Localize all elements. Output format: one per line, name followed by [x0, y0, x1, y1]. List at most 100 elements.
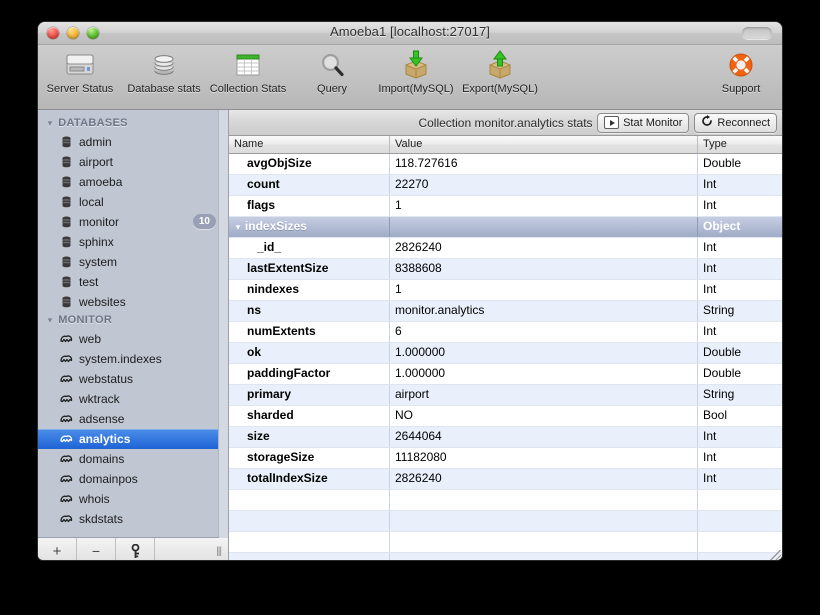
sidebar-item-adsense[interactable]: adsense — [38, 409, 228, 429]
chevron-down-icon: ▼ — [46, 315, 55, 325]
cell-name: ns — [229, 301, 390, 321]
table-row[interactable]: _id_ 2826240 Int — [229, 238, 782, 259]
table-row-empty — [229, 490, 782, 511]
window-body: ▼ DATABASES admin airport amoeba local monitor… — [38, 110, 782, 560]
toolbar-item-label: Database stats — [127, 83, 201, 95]
sidebar-item-monitor[interactable]: monitor 10 — [38, 212, 228, 232]
table-row[interactable]: paddingFactor 1.000000 Double — [229, 364, 782, 385]
sidebar-item-webstatus[interactable]: webstatus — [38, 369, 228, 389]
grip-icon: ||| — [216, 545, 222, 557]
table-row[interactable]: storageSize 11182080 Int — [229, 448, 782, 469]
sidebar-item-sphinx[interactable]: sphinx — [38, 232, 228, 252]
sidebar-item-local[interactable]: local — [38, 192, 228, 212]
sidebar-item-test[interactable]: test — [38, 272, 228, 292]
refresh-icon — [701, 115, 713, 130]
sidebar-item-whois[interactable]: whois — [38, 489, 228, 509]
sidebar-group-databases[interactable]: ▼ DATABASES — [38, 115, 228, 132]
cell-name: avgObjSize — [229, 154, 390, 174]
toolbar-item-support[interactable]: Support — [706, 48, 776, 95]
toolbar-toggle-button[interactable] — [742, 27, 772, 39]
sidebar-item-domainpos[interactable]: domainpos — [38, 469, 228, 489]
sidebar-item-airport[interactable]: airport — [38, 152, 228, 172]
table-row[interactable]: totalIndexSize 2826240 Int — [229, 469, 782, 490]
table-row-empty — [229, 511, 782, 532]
table-row[interactable]: ▼ indexSizes Object — [229, 217, 782, 238]
add-button[interactable]: + — [38, 538, 77, 560]
sidebar-item-websites[interactable]: websites — [38, 292, 228, 312]
app-window: Amoeba1 [localhost:27017] Server Status — [38, 22, 782, 560]
cell-type: Double — [703, 345, 742, 359]
cell-type: Int — [703, 282, 717, 296]
table-row[interactable]: count 22270 Int — [229, 175, 782, 196]
cell-value — [390, 217, 698, 237]
sidebar-item-domains[interactable]: domains — [38, 449, 228, 469]
table-row[interactable]: flags 1 Int — [229, 196, 782, 217]
sidebar-scrollbar[interactable] — [218, 110, 228, 538]
sidebar-item-label: domainpos — [79, 472, 138, 486]
sidebar-item-label: webstatus — [79, 372, 134, 386]
table-row[interactable]: numExtents 6 Int — [229, 322, 782, 343]
toolbar-item-server-status[interactable]: Server Status — [38, 48, 122, 95]
toolbar-item-database-stats[interactable]: Database stats — [122, 48, 206, 95]
sidebar-group-label: MONITOR — [58, 314, 113, 326]
sidebar-item-label: skdstats — [79, 512, 124, 526]
toolbar-item-collection-stats[interactable]: Collection Stats — [206, 48, 290, 95]
table-header[interactable]: Name Value Type — [229, 136, 782, 154]
cell-name: nindexes — [229, 280, 390, 300]
cell-type: Double — [703, 156, 742, 170]
toolbar-item-export-mysql[interactable]: Export(MySQL) — [458, 48, 542, 95]
column-header-value[interactable]: Value — [390, 136, 698, 153]
sidebar-item-analytics[interactable]: analytics — [38, 429, 228, 449]
toolbar-item-label: Collection Stats — [209, 83, 287, 95]
collection-icon — [60, 433, 73, 446]
cell-type — [698, 532, 782, 552]
sidebar-item-label: websites — [79, 295, 126, 309]
column-header-name[interactable]: Name — [229, 136, 390, 153]
toolbar-item-import-mysql[interactable]: Import(MySQL) — [374, 48, 458, 95]
sidebar-item-system[interactable]: system — [38, 252, 228, 272]
cell-value: NO — [390, 406, 698, 426]
cell-type: Int — [703, 450, 717, 464]
column-header-type[interactable]: Type — [698, 136, 782, 153]
table-row[interactable]: nindexes 1 Int — [229, 280, 782, 301]
sidebar-item-system-indexes[interactable]: system.indexes — [38, 349, 228, 369]
table-row[interactable]: avgObjSize 118.727616 Double — [229, 154, 782, 175]
resize-handle[interactable] — [768, 550, 781, 560]
table-row[interactable]: lastExtentSize 8388608 Int — [229, 259, 782, 280]
sidebar-item-skdstats[interactable]: skdstats — [38, 509, 228, 529]
database-icon — [60, 236, 73, 249]
table-row[interactable]: primary airport String — [229, 385, 782, 406]
database-icon — [60, 256, 73, 269]
sidebar-group-monitor[interactable]: ▼ MONITOR — [38, 312, 228, 329]
cell-value: 2644064 — [390, 427, 698, 447]
table-row[interactable]: size 2644064 Int — [229, 427, 782, 448]
sidebar-item-wktrack[interactable]: wktrack — [38, 389, 228, 409]
cell-type: Object — [703, 219, 741, 233]
key-icon[interactable] — [116, 538, 155, 560]
reconnect-button[interactable]: Reconnect — [694, 112, 777, 133]
table-body[interactable]: avgObjSize 118.727616 Double count 22270 Int f… — [229, 154, 782, 560]
collection-icon — [60, 453, 73, 466]
cell-type: String — [703, 303, 735, 317]
sidebar-item-web[interactable]: web — [38, 329, 228, 349]
sidebar-item-amoeba[interactable]: amoeba — [38, 172, 228, 192]
table-row[interactable]: ok 1.000000 Double — [229, 343, 782, 364]
chevron-down-icon[interactable]: ▼ — [234, 223, 242, 232]
collection-icon — [60, 413, 73, 426]
cell-name: paddingFactor — [229, 364, 390, 384]
pane-header-buttons: Stat Monitor Reconnect — [597, 112, 777, 133]
import-box-icon — [401, 48, 431, 81]
sidebar-resizer[interactable]: ||| — [155, 538, 228, 560]
cell-type: Double — [703, 366, 742, 380]
sidebar-list[interactable]: ▼ DATABASES admin airport amoeba local monitor… — [38, 110, 228, 537]
database-icon — [149, 48, 179, 81]
table-row[interactable]: ns monitor.analytics String — [229, 301, 782, 322]
cell-type: Int — [703, 324, 717, 338]
sidebar-item-admin[interactable]: admin — [38, 132, 228, 152]
remove-button[interactable]: − — [77, 538, 116, 560]
collection-icon — [60, 513, 73, 526]
toolbar-item-query[interactable]: Query — [290, 48, 374, 95]
database-icon — [60, 136, 73, 149]
table-row[interactable]: sharded NO Bool — [229, 406, 782, 427]
stat-monitor-button[interactable]: Stat Monitor — [597, 112, 690, 133]
